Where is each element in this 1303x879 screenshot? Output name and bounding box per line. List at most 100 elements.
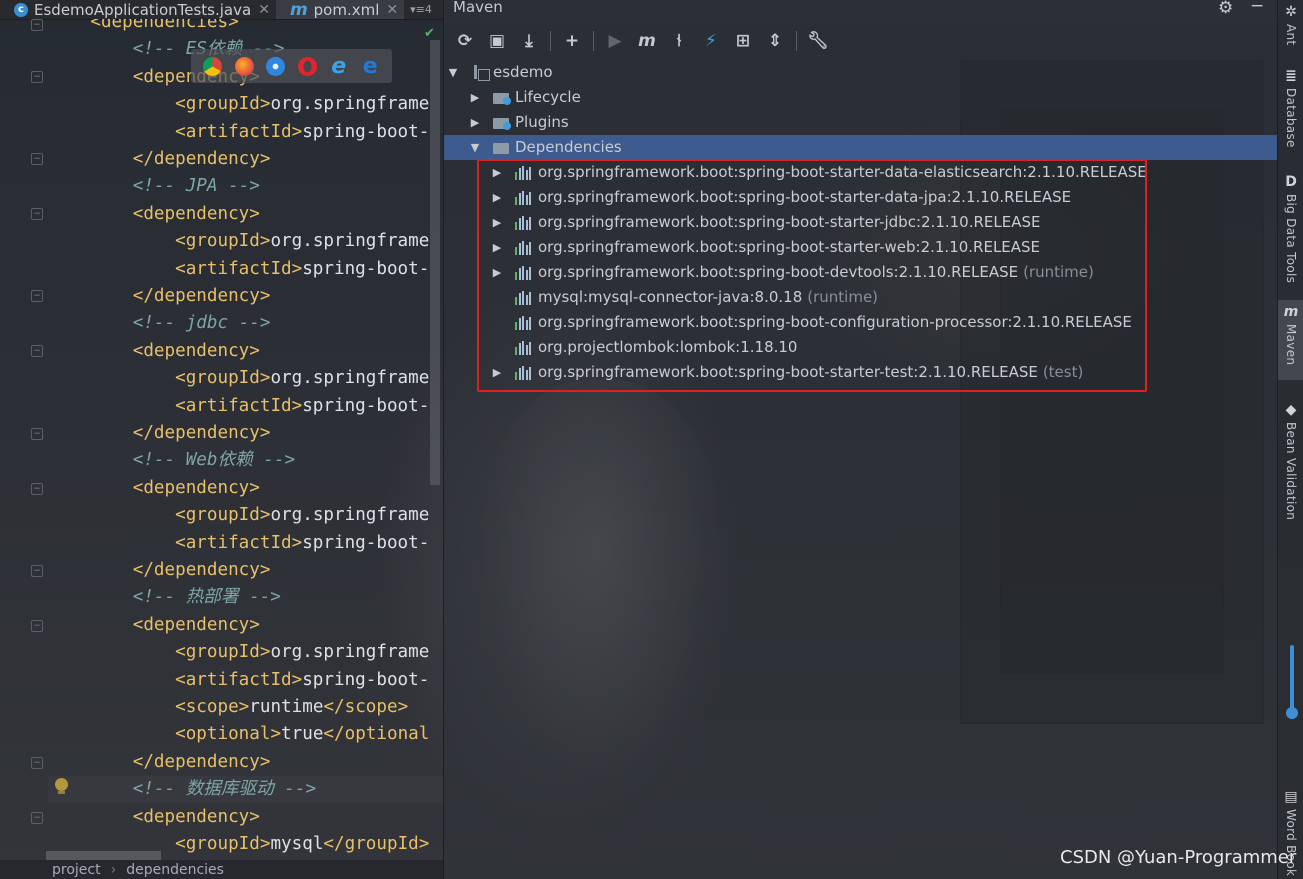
tree-node-dependencies[interactable]: ▼ Dependencies [444,135,1277,160]
code-line[interactable]: <dependency> [48,475,443,502]
fold-marker-icon[interactable]: − [31,565,43,577]
code-line[interactable]: </dependency> [48,283,443,310]
code-line[interactable]: <!-- 数据库驱动 --> [48,776,443,804]
horizontal-scrollbar[interactable] [46,851,161,860]
run-icon[interactable]: ▶ [604,30,626,52]
firefox-icon[interactable] [234,56,254,76]
code-line[interactable]: <scope>runtime</scope> [48,694,443,721]
add-icon[interactable]: + [561,30,583,52]
chrome-icon[interactable] [203,56,223,76]
dependency-item[interactable]: org.projectlombok:lombok:1.18.10 [444,335,1144,360]
maven-goal-icon[interactable]: m [636,30,658,52]
expanded-arrow-icon[interactable]: ▼ [469,135,481,160]
fold-marker-icon[interactable]: − [31,19,43,31]
hide-panel-icon[interactable]: − [1250,0,1264,15]
code-line[interactable]: <!-- JPA --> [48,173,443,200]
code-line[interactable]: <!-- 热部署 --> [48,584,443,611]
tab-esdemo-application-tests[interactable]: c EsdemoApplicationTests.java ✕ [0,0,276,19]
show-dependencies-icon[interactable]: ⊞ [732,30,754,52]
opera-icon[interactable] [297,56,317,76]
dependency-item[interactable]: ▶ org.springframework.boot:spring-boot-de… [444,260,1144,285]
collapsed-arrow-icon[interactable]: ▶ [491,360,503,385]
dependency-item[interactable]: mysql:mysql-connector-java:8.0.18 (runtim… [444,285,1144,310]
expanded-arrow-icon[interactable]: ▼ [447,60,459,85]
close-icon[interactable]: ✕ [258,2,270,18]
code-line[interactable]: </dependency> [48,557,443,584]
code-line[interactable]: <artifactId>spring-boot- [48,256,443,283]
collapsed-arrow-icon[interactable]: ▶ [469,110,481,135]
breadcrumb-item[interactable]: dependencies [126,862,224,878]
settings-wrench-icon[interactable]: 🔧︎ [807,30,829,52]
code-line[interactable]: </dependency> [48,420,443,447]
breadcrumb-item[interactable]: project [52,862,101,878]
code-line[interactable]: <artifactId>spring-boot- [48,530,443,557]
fold-marker-icon[interactable]: − [31,71,43,83]
dependency-item[interactable]: ▶ org.springframework.boot:spring-boot-st… [444,235,1144,260]
reimport-folder-icon[interactable]: ▣ [486,30,508,52]
code-line[interactable]: <artifactId>spring-boot- [48,119,443,146]
fold-marker-icon[interactable]: − [31,812,43,824]
code-line[interactable]: <!-- Web依赖 --> [48,447,443,474]
zoom-slider-handle[interactable] [1286,707,1298,719]
fold-marker-icon[interactable]: − [31,290,43,302]
fold-marker-icon[interactable]: − [31,345,43,357]
close-icon[interactable]: ✕ [386,2,398,18]
code-line[interactable]: <dependency> [48,201,443,228]
code-line[interactable]: <groupId>org.springframe [48,639,443,666]
code-line[interactable]: <optional>true</optional [48,721,443,748]
tree-node-project[interactable]: ▼ esdemo [444,60,844,85]
ie-icon[interactable]: e [329,55,348,77]
code-line[interactable]: <dependency> [48,338,443,365]
tree-node-plugins[interactable]: ▶ Plugins [444,110,844,135]
code-line[interactable]: <!-- jdbc --> [48,310,443,337]
code-line[interactable]: <dependency> [48,612,443,639]
collapsed-arrow-icon[interactable]: ▶ [491,260,503,285]
code-line[interactable]: </dependency> [48,749,443,776]
code-area[interactable]: <dependencies> <!-- ES依赖 --> <dependency… [48,19,443,859]
fold-marker-icon[interactable]: − [31,153,43,165]
dependency-item[interactable]: ▶ org.springframework.boot:spring-boot-st… [444,185,1144,210]
dependency-item[interactable]: ▶ org.springframework.boot:spring-boot-st… [444,210,1144,235]
collapsed-arrow-icon[interactable]: ▶ [491,210,503,235]
code-line[interactable]: <groupId>org.springframe [48,228,443,255]
code-line[interactable]: <groupId>org.springframe [48,365,443,392]
sidebar-item-big-data-tools[interactable]: D Big Data Tools [1278,170,1303,283]
collapsed-arrow-icon[interactable]: ▶ [491,235,503,260]
skip-tests-icon[interactable]: ⚡ [700,30,722,52]
code-editor[interactable]: c EsdemoApplicationTests.java ✕ m pom.xm… [0,0,443,879]
dependency-item[interactable]: org.springframework.boot:spring-boot-con… [444,310,1144,335]
download-icon[interactable]: ⤓ [518,30,540,52]
code-line[interactable]: <artifactId>spring-boot- [48,393,443,420]
tab-overflow-menu[interactable]: ▾≡4 [410,3,432,16]
dependency-item[interactable]: ▶ org.springframework.boot:spring-boot-st… [444,160,1147,185]
sidebar-item-bean-validation[interactable]: ◆ Bean Validation [1278,398,1303,520]
toggle-offline-icon[interactable]: ⫮ [668,30,690,52]
fold-marker-icon[interactable]: − [31,620,43,632]
code-line[interactable]: <artifactId>spring-boot- [48,667,443,694]
gear-icon[interactable]: ⚙ [1218,0,1233,17]
vertical-scrollbar[interactable] [430,40,440,485]
fold-marker-icon[interactable]: − [31,483,43,495]
sidebar-item-ant[interactable]: ✲ Ant [1278,0,1303,45]
collapsed-arrow-icon[interactable]: ▶ [491,185,503,210]
tree-node-lifecycle[interactable]: ▶ Lifecycle [444,85,844,110]
sidebar-item-database[interactable]: ≣ Database [1278,64,1303,148]
code-line[interactable]: </dependency> [48,146,443,173]
edge-icon[interactable]: e [361,55,380,77]
fold-marker-icon[interactable]: − [31,757,43,769]
reload-icon[interactable]: ⟳ [454,30,476,52]
collapsed-arrow-icon[interactable]: ▶ [491,160,503,185]
fold-marker-icon[interactable]: − [31,428,43,440]
tab-pom-xml[interactable]: m pom.xml ✕ [275,0,405,20]
dependency-item[interactable]: ▶ org.springframework.boot:spring-boot-st… [444,360,1144,385]
sidebar-item-maven[interactable]: m Maven [1278,300,1303,380]
code-line[interactable]: <groupId>org.springframe [48,502,443,529]
safari-icon[interactable] [266,56,286,76]
code-line[interactable]: <groupId>org.springframe [48,91,443,118]
fold-marker-icon[interactable]: − [31,208,43,220]
code-line[interactable]: <dependency> [48,804,443,831]
collapse-all-icon[interactable]: ⇕ [764,30,786,52]
zoom-slider-track[interactable] [1290,645,1294,715]
code-line[interactable]: <dependencies> [48,19,443,36]
collapsed-arrow-icon[interactable]: ▶ [469,85,481,110]
